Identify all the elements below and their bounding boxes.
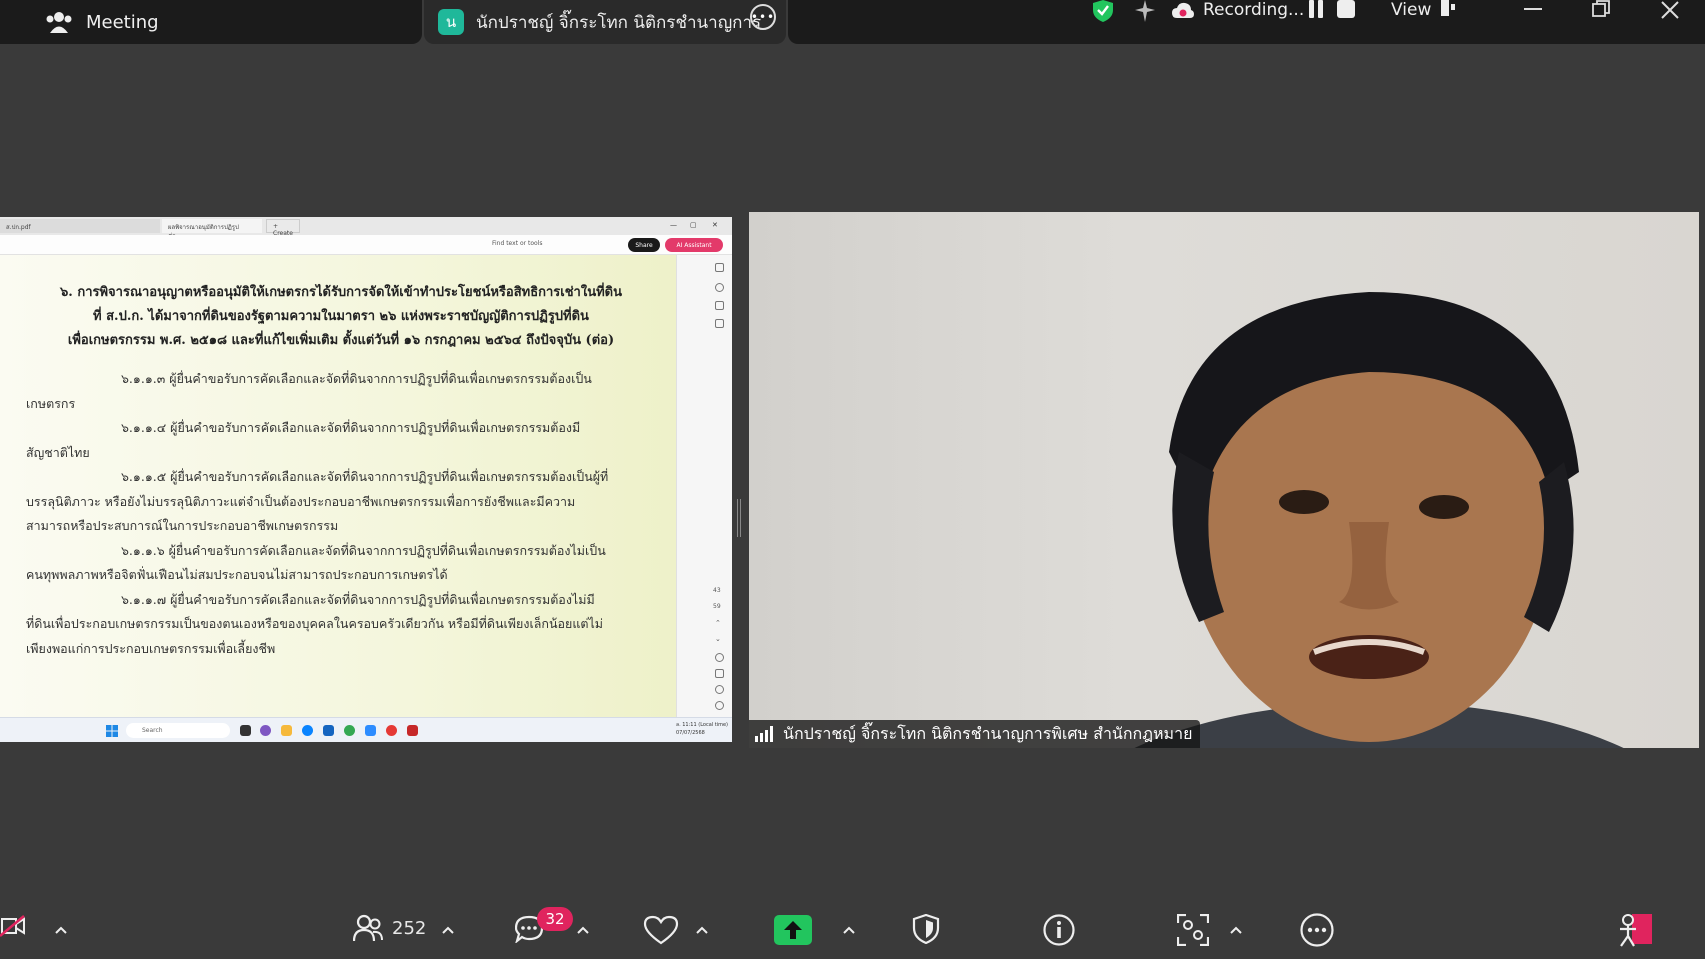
taskbar-app-icon[interactable]: [281, 725, 292, 736]
speaker-name-tag: นักปราชญ์ จิ๊กระโทก นิติกรชำนาญการพิเศษ …: [749, 720, 1201, 748]
rotate-icon[interactable]: [715, 653, 724, 662]
speaker-tab-name: นักปราชญ์ จิ๊กระโทก นิติกรชำนาญการ: [476, 12, 762, 33]
zoom-out-icon[interactable]: [715, 701, 724, 710]
taskbar-app-icon[interactable]: [260, 725, 271, 736]
taskbar-app-icon[interactable]: [240, 725, 251, 736]
participants-icon[interactable]: [353, 914, 383, 942]
taskbar-app-icon[interactable]: [407, 725, 418, 736]
connection-strength-icon[interactable]: [755, 726, 775, 742]
heading-line: ๖. การพิจารณาอนุญาตหรืออนุมัติให้เกษตรกร…: [60, 285, 622, 300]
recording-label: Recording...: [1203, 0, 1305, 20]
view-layout-icon[interactable]: [1441, 0, 1455, 18]
taskbar-clock: ล. 11:11 (Local time) 07/07/2568: [676, 721, 728, 737]
clock-date: 07/07/2568: [676, 730, 705, 736]
top-bar: Meeting น นักปราชญ์ จิ๊กระโทก นิติกรชำนา…: [0, 0, 1705, 44]
taskbar-app-icon[interactable]: [386, 725, 397, 736]
window-close-icon[interactable]: [1660, 0, 1680, 20]
apps-icon[interactable]: [1177, 914, 1209, 946]
speaker-more-icon[interactable]: •••: [750, 4, 776, 30]
shared-window-maximize-icon[interactable]: ▢: [690, 221, 697, 229]
page-total: 59: [713, 603, 721, 610]
reactions-chevron-icon[interactable]: [696, 926, 708, 934]
participants-count[interactable]: 252: [392, 918, 426, 939]
cloud-recording-icon: [1172, 2, 1194, 18]
shared-screen: ส.ปก.pdf ผลพิจารณาอนุมัติการปฏิรูปที่ดิน…: [0, 217, 732, 742]
pdf-toolbar: Find text or tools Share AI Assistant: [0, 235, 732, 255]
share-screen-icon[interactable]: [774, 915, 812, 945]
browser-tab-1[interactable]: ส.ปก.pdf: [0, 219, 160, 233]
zoom-in-icon[interactable]: [715, 685, 724, 694]
apps-chevron-icon[interactable]: [1230, 926, 1242, 934]
meeting-tab[interactable]: Meeting: [0, 0, 422, 44]
page-down-icon[interactable]: ⌄: [715, 635, 724, 644]
fit-page-icon[interactable]: [715, 669, 724, 678]
meeting-info-icon[interactable]: [1042, 914, 1076, 946]
view-button[interactable]: View: [1391, 0, 1431, 20]
speaker-video-person: [1134, 292, 1624, 748]
taskbar-app-icon[interactable]: [302, 725, 313, 736]
shared-window-minimize-icon[interactable]: —: [670, 221, 677, 229]
encryption-shield-icon[interactable]: [1091, 0, 1115, 22]
pdf-tool-icon[interactable]: [715, 283, 724, 292]
document-heading: ๖. การพิจารณาอนุญาตหรืออนุมัติให้เกษตรกร…: [26, 281, 656, 353]
browser-tab-create[interactable]: + Create: [266, 219, 300, 237]
speaker-tab[interactable]: น นักปราชญ์ จิ๊กระโทก นิติกรชำนาญการ •••: [424, 0, 786, 44]
window-minimize-icon[interactable]: [1524, 8, 1542, 10]
taskbar-search[interactable]: Search: [126, 723, 230, 738]
find-tools-input[interactable]: Find text or tools: [492, 240, 542, 247]
speaker-video: [749, 212, 1699, 748]
clock-time: ล. 11:11 (Local time): [676, 722, 728, 728]
split-view-resize-handle[interactable]: [737, 499, 741, 537]
heading-line: เพื่อเกษตรกรรม พ.ศ. ๒๕๑๘ และที่แก้ไขเพิ่…: [67, 333, 615, 348]
video-off-icon[interactable]: [0, 914, 26, 938]
security-shield-icon[interactable]: [912, 914, 940, 944]
browser-tab-strip: ส.ปก.pdf ผลพิจารณาอนุมัติการปฏิรูปที่ดิน…: [0, 217, 732, 241]
pdf-share-button[interactable]: Share: [628, 238, 660, 252]
pdf-tool-icon[interactable]: [715, 301, 724, 310]
taskbar-app-icon[interactable]: [365, 725, 376, 736]
meeting-label: Meeting: [86, 11, 159, 33]
taskbar-app-icon[interactable]: [344, 725, 355, 736]
document-paragraph: ๖.๑.๑.๗ ผู้ยื่นคำขอรับการคัดเลือกและจัดท…: [26, 591, 604, 656]
windows-start-icon[interactable]: [106, 725, 118, 737]
windows-taskbar: Search ล. 11:11 (Local time) 07/07/2568: [0, 717, 732, 742]
shared-window-close-icon[interactable]: ✕: [712, 221, 718, 229]
chat-unread-badge: 32: [537, 907, 573, 931]
document-paragraph: ๖.๑.๑.๔ ผู้ยื่นคำขอรับการคัดเลือกและจัดท…: [26, 420, 581, 460]
heading-line: ที่ ส.ป.ก. ได้มาจากที่ดินของรัฐตามความใน…: [93, 309, 589, 324]
speaker-name: นักปราชญ์ จิ๊กระโทก นิติกรชำนาญการพิเศษ …: [783, 723, 1193, 743]
meeting-people-icon: [46, 12, 72, 33]
more-options-icon[interactable]: [1300, 913, 1334, 947]
pdf-document-page: ๖. การพิจารณาอนุญาตหรืออนุมัติให้เกษตรกร…: [0, 255, 676, 717]
ai-assistant-button[interactable]: AI Assistant: [665, 238, 723, 252]
page-current[interactable]: 43: [713, 587, 721, 594]
page-up-icon[interactable]: ⌃: [715, 619, 724, 628]
avatar-wave-icon[interactable]: [1616, 912, 1654, 948]
stop-recording-icon[interactable]: [1337, 0, 1355, 18]
pdf-tool-icon[interactable]: [715, 319, 724, 328]
participants-chevron-icon[interactable]: [442, 926, 454, 934]
chat-chevron-icon[interactable]: [577, 926, 589, 934]
ai-companion-sparkle-icon[interactable]: [1133, 0, 1157, 22]
pdf-tool-icon[interactable]: [715, 263, 724, 272]
browser-tab-2[interactable]: ผลพิจารณาอนุมัติการปฏิรูปที่ดิน...: [162, 219, 262, 241]
pdf-right-toolbar: 43 59 ⌃ ⌄: [676, 255, 732, 717]
document-paragraph: ๖.๑.๑.๕ ผู้ยื่นคำขอรับการคัดเลือกและจัดท…: [26, 469, 609, 533]
window-restore-icon[interactable]: [1592, 0, 1610, 18]
video-options-chevron-icon[interactable]: [55, 926, 67, 934]
document-paragraph: ๖.๑.๑.๓ ผู้ยื่นคำขอรับการคัดเลือกและจัดท…: [26, 371, 592, 411]
speaker-avatar: น: [438, 9, 464, 35]
taskbar-app-icon[interactable]: [323, 725, 334, 736]
reactions-heart-icon[interactable]: [643, 915, 679, 945]
document-body: ๖.๑.๑.๓ ผู้ยื่นคำขอรับการคัดเลือกและจัดท…: [26, 367, 614, 661]
document-paragraph: ๖.๑.๑.๖ ผู้ยื่นคำขอรับการคัดเลือกและจัดท…: [26, 542, 606, 583]
pause-recording-icon[interactable]: [1306, 0, 1326, 20]
share-screen-chevron-icon[interactable]: [843, 926, 855, 934]
